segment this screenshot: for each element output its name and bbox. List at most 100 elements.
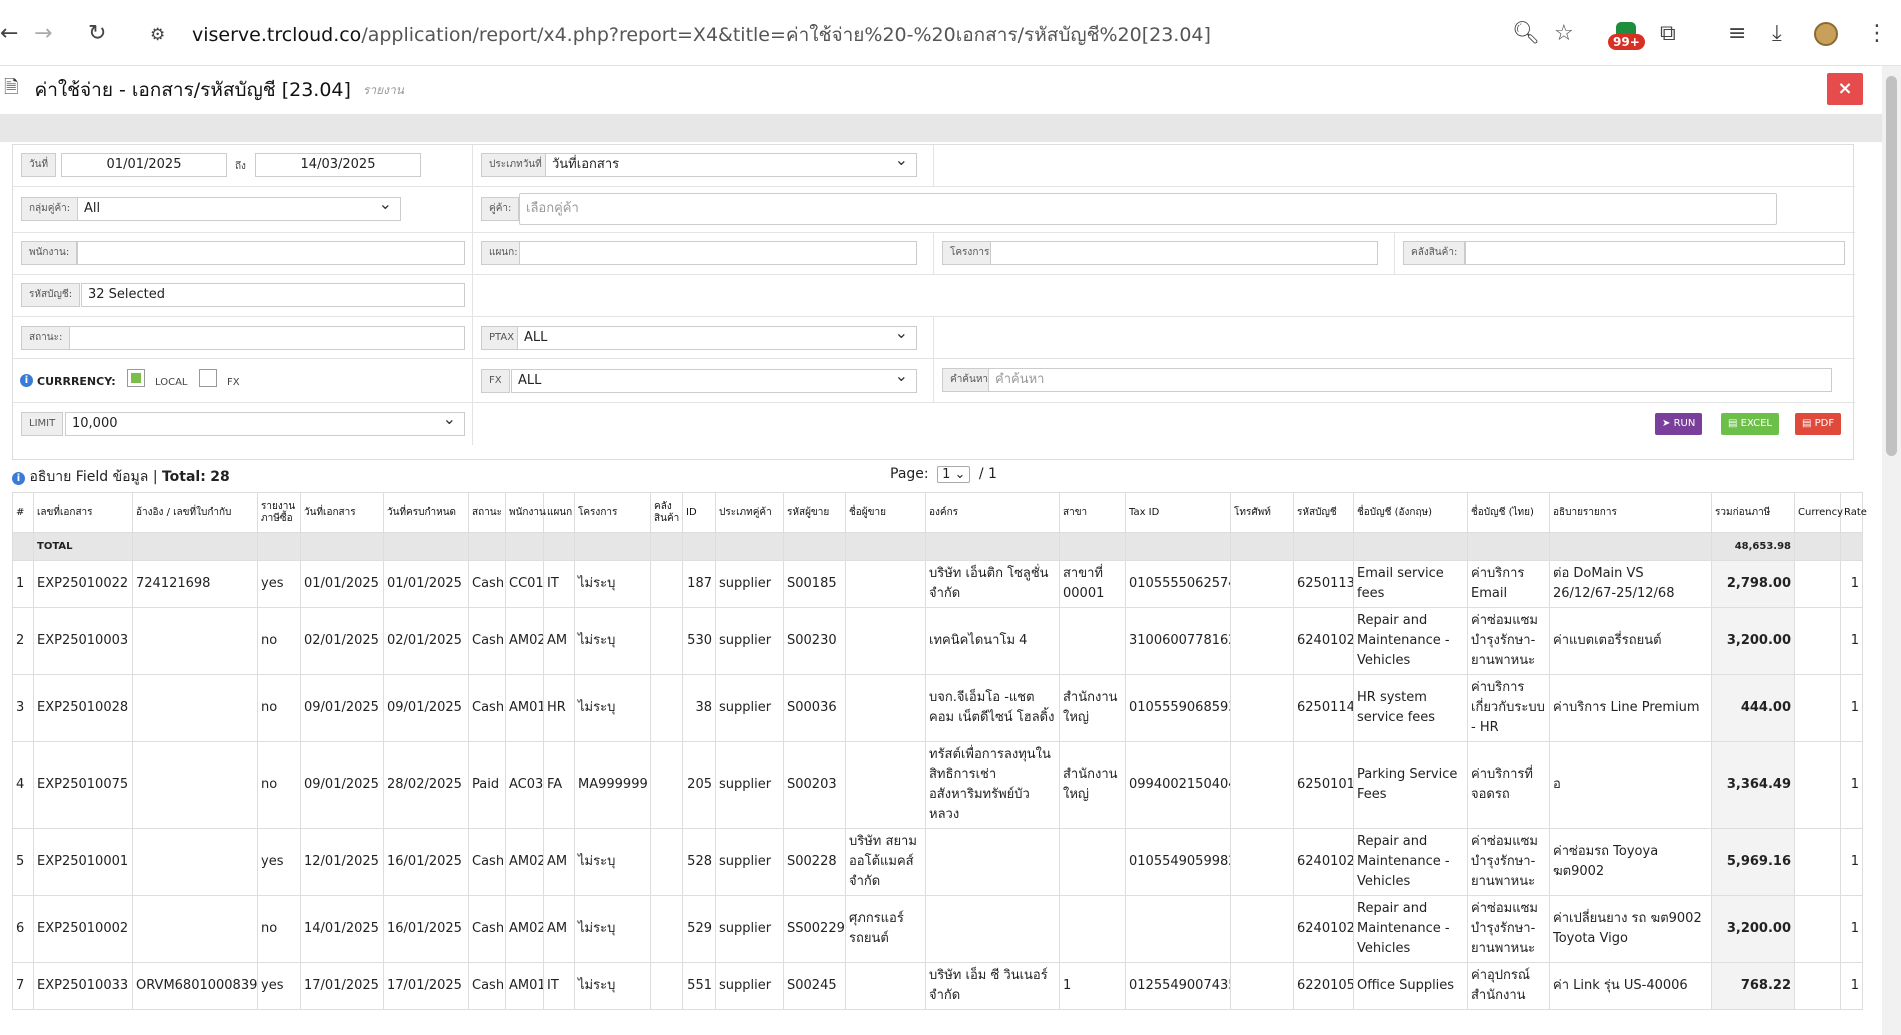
back-arrow-icon[interactable]: ← <box>0 20 18 48</box>
warehouse-cell: คลังสินค้า: <box>1395 233 1855 274</box>
table-cell <box>1059 607 1126 675</box>
table-row[interactable]: 1 EXP25010022 724121698 yes 01/01/2025 01/01/… <box>12 560 1863 608</box>
customer-input[interactable]: เลือกคู่ค้า <box>519 193 1777 225</box>
table-cell: SS00229 <box>783 895 846 963</box>
table-row[interactable]: 4 EXP25010075 no 09/01/2025 28/02/2025 Paid AC… <box>12 741 1863 829</box>
table-cell: 6250113 <box>1293 560 1354 608</box>
customer-group-select[interactable]: All <box>77 197 401 221</box>
status-label: สถานะ: <box>21 326 71 350</box>
department-input[interactable] <box>519 241 917 265</box>
table-cell: ค่าบริการที่จอดรถ <box>1467 741 1550 829</box>
table-cell: สำนักงานใหญ่ <box>1059 674 1126 742</box>
table-row[interactable]: 6 EXP25010002 no 14/01/2025 16/01/2025 Cash AM… <box>12 895 1863 963</box>
table-cell <box>132 741 258 829</box>
field-desc-link[interactable]: อธิบาย Field ข้อมูล <box>29 469 148 485</box>
pdf-button[interactable]: ▤ PDF <box>1795 413 1842 435</box>
run-button[interactable]: ➤ RUN <box>1655 413 1703 435</box>
warehouse-label: คลังสินค้า: <box>1403 241 1466 265</box>
search-input[interactable]: คำค้นหา <box>988 368 1832 392</box>
table-cell: 528 <box>682 828 716 896</box>
vertical-scrollbar[interactable] <box>1882 66 1901 1035</box>
media-queue-icon[interactable]: ≡ <box>1728 20 1746 48</box>
scrollbar-thumb[interactable] <box>1886 76 1897 456</box>
table-cell: no <box>257 895 301 963</box>
table-cell: no <box>257 674 301 742</box>
address-bar[interactable]: ⚙ viserve.trcloud.co/application/report/… <box>150 18 1500 52</box>
table-cell <box>132 828 258 896</box>
table-cell <box>1840 532 1863 561</box>
page-select[interactable]: 1 ⌄ <box>937 466 971 483</box>
table-cell: 2,798.00 <box>1711 560 1795 608</box>
table-cell <box>1794 674 1841 742</box>
table-cell: 5,969.16 <box>1711 828 1795 896</box>
table-cell: Parking Service Fees <box>1353 741 1468 829</box>
warehouse-input[interactable] <box>1465 241 1845 265</box>
table-row[interactable]: 2 EXP25010003 no 02/01/2025 02/01/2025 Cash AM… <box>12 607 1863 675</box>
date-from-input[interactable]: 01/01/2025 <box>61 153 227 177</box>
column-header: เลขที่เอกสาร <box>33 492 133 533</box>
info-icon: i <box>12 472 25 485</box>
table-row[interactable]: 7 EXP25010033 ORVM6801000839 yes 17/01/2025 1… <box>12 962 1863 1010</box>
employee-input[interactable] <box>77 241 465 265</box>
table-cell: CC01 <box>505 560 544 608</box>
table-cell <box>257 532 301 561</box>
ptax-select[interactable]: ALL <box>517 326 917 350</box>
table-cell: yes <box>257 560 301 608</box>
table-cell: 28/02/2025 <box>383 741 469 829</box>
table-cell <box>845 741 926 829</box>
table-cell: IT <box>543 560 575 608</box>
bookmark-star-icon[interactable]: ☆ <box>1554 20 1574 48</box>
fx-checkbox[interactable] <box>199 369 217 387</box>
local-checkbox[interactable] <box>127 369 145 387</box>
table-cell: ค่าบริการ Line Premium <box>1549 674 1712 742</box>
table-cell: Paid <box>468 741 506 829</box>
profile-avatar[interactable] <box>1814 22 1838 46</box>
column-header: Rate <box>1840 492 1867 533</box>
column-header: สาขา <box>1059 492 1126 533</box>
table-cell: yes <box>257 828 301 896</box>
date-type-select[interactable]: วันที่เอกสาร <box>545 153 917 177</box>
table-cell: 1 <box>1059 962 1126 1010</box>
table-cell <box>468 532 506 561</box>
column-header: รหัสบัญชี <box>1293 492 1354 533</box>
date-to-input[interactable]: 14/03/2025 <box>255 153 421 177</box>
fx-label: FX <box>227 377 240 388</box>
table-cell: 01/01/2025 <box>300 560 384 608</box>
column-header: องค์กร <box>925 492 1060 533</box>
url-path: /application/report/x4.php?report=X4&tit… <box>361 24 1211 46</box>
filter-row-currency: i CURRRENCY: LOCAL FX FX ALL คำค้นหา: คำ… <box>13 359 1855 403</box>
download-icon[interactable]: ⤓ <box>1772 20 1782 48</box>
reload-icon[interactable]: ↻ <box>88 20 106 48</box>
page-subtitle: รายงาน <box>362 82 404 97</box>
status-cell: สถานะ: <box>13 317 473 358</box>
date-cell: วันที่ 01/01/2025 ถึง 14/03/2025 <box>13 145 473 186</box>
table-cell: ไม่ระบุ <box>574 560 651 608</box>
column-header: โทรศัพท์ <box>1230 492 1294 533</box>
account-select[interactable]: 32 Selected <box>81 283 465 307</box>
limit-select[interactable]: 10,000 <box>65 412 465 436</box>
status-input[interactable] <box>69 326 465 350</box>
table-cell <box>845 532 926 561</box>
table-row[interactable]: 5 EXP25010001 yes 12/01/2025 16/01/2025 Cash A… <box>12 828 1863 896</box>
table-cell <box>1125 532 1231 561</box>
extension-badge[interactable]: 99+ <box>1608 22 1646 52</box>
table-cell: ค่าซ่อมแซมบำรุงรักษา-ยานพาหนะ <box>1467 607 1550 675</box>
zoom-icon[interactable]: 🔍︎ <box>1512 20 1540 48</box>
table-cell: S00036 <box>783 674 846 742</box>
table-cell: ค่าบริการเกี่ยวกับระบบ - HR <box>1467 674 1550 742</box>
table-cell: AM <box>543 828 575 896</box>
site-settings-icon[interactable]: ⚙ <box>150 25 172 45</box>
table-row[interactable]: 3 EXP25010028 no 09/01/2025 09/01/2025 Cash AM… <box>12 674 1863 742</box>
project-input[interactable] <box>990 241 1378 265</box>
column-header: อธิบายรายการ <box>1549 492 1712 533</box>
menu-kebab-icon[interactable]: ⋮ <box>1866 20 1888 48</box>
extensions-puzzle-icon[interactable]: ⧉ <box>1660 20 1676 48</box>
forward-arrow-icon[interactable]: → <box>34 20 52 48</box>
table-cell <box>132 532 258 561</box>
close-button[interactable]: × <box>1827 73 1863 105</box>
table-cell: S00185 <box>783 560 846 608</box>
excel-button[interactable]: ▤ EXCEL <box>1721 413 1779 435</box>
fx-select[interactable]: ALL <box>511 369 917 393</box>
table-cell: 09/01/2025 <box>300 741 384 829</box>
table-body: TOTAL 48,653.98 1 EXP25010022 724121698 yes 01… <box>12 532 1863 1010</box>
